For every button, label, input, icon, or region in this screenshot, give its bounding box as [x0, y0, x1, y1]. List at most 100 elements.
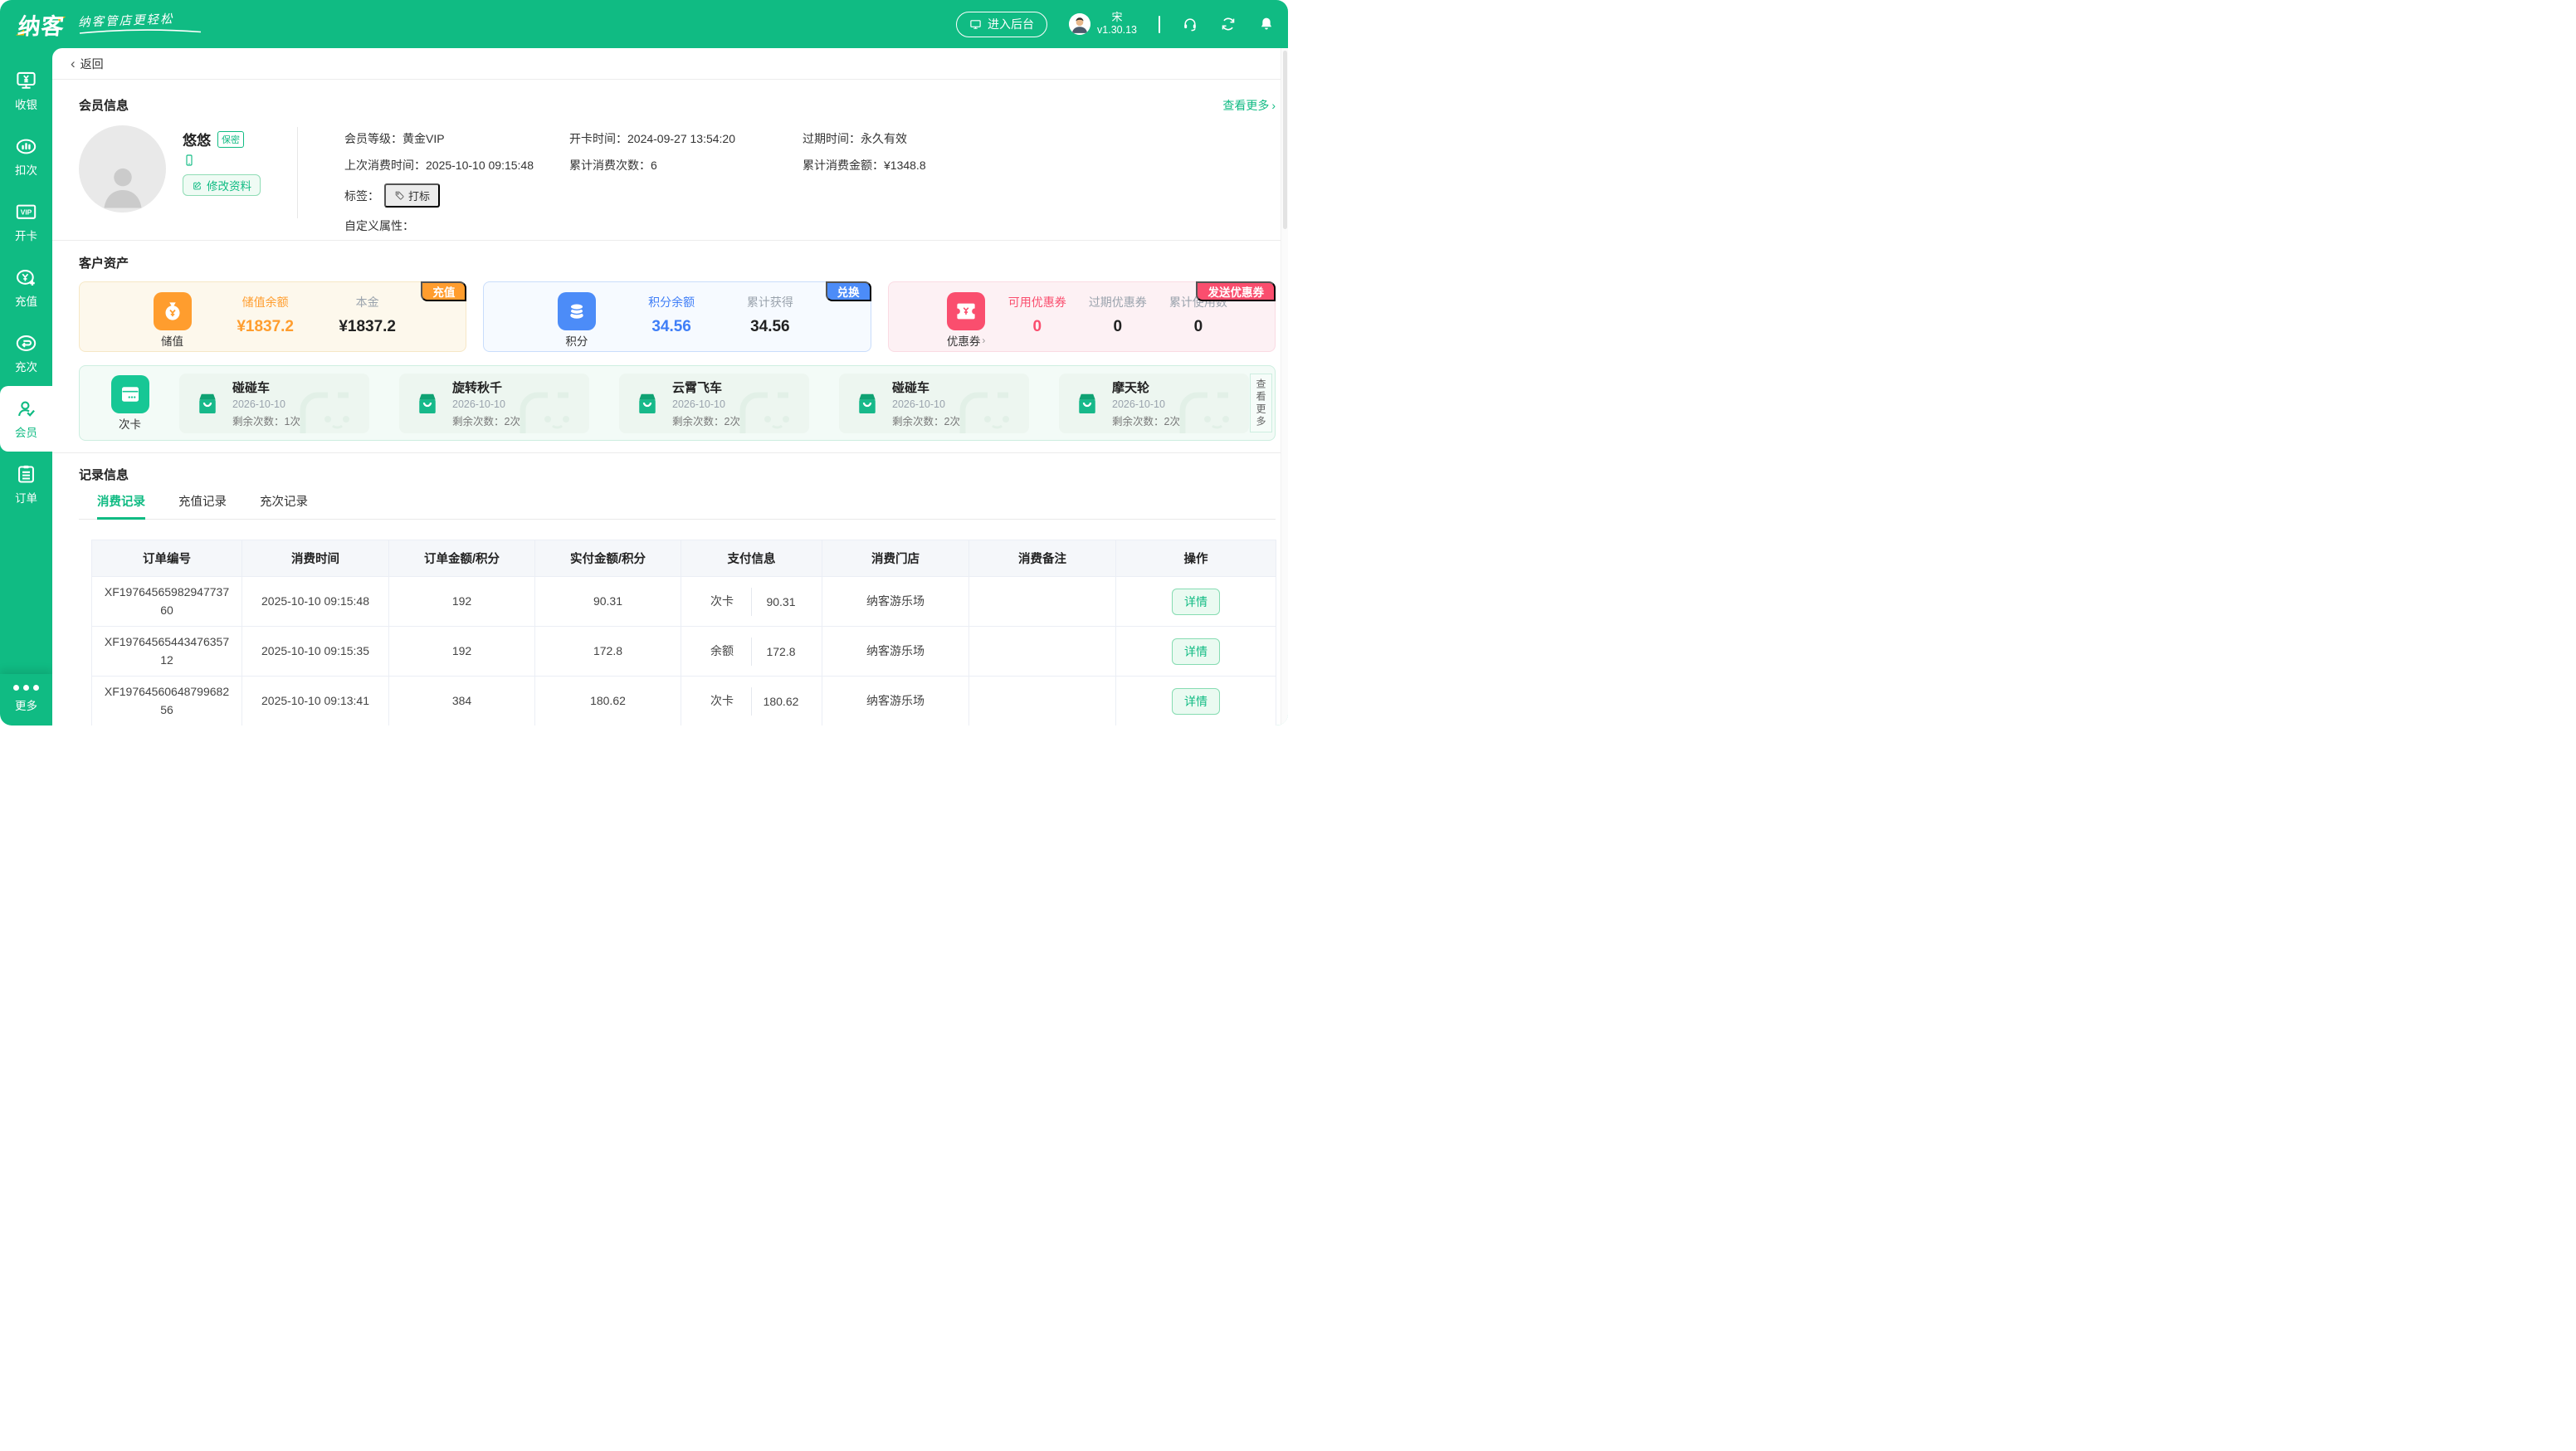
- orders-icon: [15, 463, 37, 486]
- expired-coupons-label: 过期优惠券: [1089, 294, 1147, 310]
- member-info: 悠悠 保密 修改资料 会员等级：黄金VIP 上次消费时间：2025: [79, 124, 1276, 228]
- sidebar-item-cashier[interactable]: 收银: [0, 58, 52, 124]
- available-coupons-value: 0: [1008, 318, 1066, 336]
- col-paid-amount: 实付金额/积分: [535, 540, 681, 577]
- cell-consume-time: 2025-10-10 09:13:41: [242, 677, 389, 726]
- records-table: 订单编号 消费时间 订单金额/积分 实付金额/积分 支付信息 消费门店 消费备注…: [91, 540, 1276, 726]
- enter-backend-button[interactable]: 进入后台: [956, 12, 1047, 37]
- cell-remark: [969, 677, 1116, 726]
- principal-label: 本金: [339, 294, 396, 310]
- stored-balance-value: ¥1837.2: [237, 318, 294, 336]
- custom-attr-label: 自定义属性：: [344, 217, 414, 234]
- edit-profile-button[interactable]: 修改资料: [183, 174, 261, 196]
- tab-recharge-records[interactable]: 充值记录: [178, 492, 227, 520]
- sidebar-item-member[interactable]: 会员: [0, 386, 52, 452]
- times-card-strip: 次卡 碰碰车 2026-10-10 剩余次数：1次 旋转秋千 2026-: [79, 365, 1276, 441]
- edit-icon: [192, 180, 202, 191]
- sidebar-item-recharge[interactable]: 充值: [0, 255, 52, 320]
- user-avatar: [1069, 13, 1090, 35]
- col-consume-time: 消费时间: [242, 540, 389, 577]
- user-account[interactable]: 宋 v1.30.13: [1069, 11, 1137, 37]
- times-item[interactable]: 碰碰车 2026-10-10 剩余次数：2次: [839, 374, 1029, 433]
- brand-logo: 纳客: [18, 8, 65, 41]
- sync-icon[interactable]: [1220, 16, 1237, 32]
- consume-amount-value: ¥1348.8: [884, 157, 926, 173]
- col-remark: 消费备注: [969, 540, 1116, 577]
- cell-pay-info: 次卡180.62: [681, 677, 822, 726]
- table-row: XF1976456544347635712 2025-10-10 09:15:3…: [92, 627, 1276, 677]
- coupon-label-link[interactable]: 优惠券 ›: [947, 332, 986, 349]
- member-icon: [15, 398, 37, 420]
- col-order-amount: 订单金额/积分: [389, 540, 535, 577]
- cell-order-amount: 192: [389, 627, 535, 677]
- bag-icon: [852, 387, 882, 420]
- back-chevron-icon: ‹: [71, 56, 76, 71]
- deduct-times-icon: [15, 135, 37, 158]
- table-row: XF1976456598294773760 2025-10-10 09:15:4…: [92, 577, 1276, 627]
- scrollbar-thumb[interactable]: [1283, 51, 1287, 229]
- tab-consume-records[interactable]: 消费记录: [97, 492, 145, 520]
- scrollbar-track: [1281, 48, 1288, 726]
- sidebar: 收银 扣次 VIP 开卡 充值 充次 会员 订单 更多: [0, 48, 52, 726]
- card-face-watermark: [956, 385, 1027, 433]
- points-card: 兑换 积分 积分余额 34.56 累计获得: [483, 281, 871, 352]
- available-coupons-label: 可用优惠券: [1008, 294, 1066, 310]
- bag-icon: [1072, 387, 1102, 420]
- stored-label: 储值: [161, 332, 183, 349]
- privacy-badge: 保密: [217, 131, 244, 148]
- sidebar-more[interactable]: 更多: [0, 674, 52, 726]
- tag-button[interactable]: 打标: [384, 183, 440, 208]
- times-item[interactable]: 摩天轮 2026-10-10 剩余次数：2次: [1059, 374, 1249, 433]
- cell-store: 纳客游乐场: [822, 677, 969, 726]
- asset-cards: 充值 储值 储值余额 ¥1837.2 本金: [79, 281, 1276, 352]
- send-coupon-button[interactable]: 发送优惠券: [1196, 281, 1276, 301]
- cell-paid-amount: 172.8: [535, 627, 681, 677]
- times-item[interactable]: 旋转秋千 2026-10-10 剩余次数：2次: [399, 374, 589, 433]
- times-item[interactable]: 云霄飞车 2026-10-10 剩余次数：2次: [619, 374, 809, 433]
- back-button[interactable]: ‹ 返回: [52, 48, 1288, 80]
- cell-paid-amount: 90.31: [535, 577, 681, 627]
- detail-button[interactable]: 详情: [1172, 688, 1220, 715]
- tab-recharge-times-records[interactable]: 充次记录: [260, 492, 308, 520]
- app-window: 纳客 纳客管店更轻松 进入后台 宋 v1.30.13: [0, 0, 1288, 726]
- cell-action: 详情: [1116, 627, 1276, 677]
- cell-pay-info: 次卡90.31: [681, 577, 822, 627]
- more-dots-icon: [13, 685, 39, 691]
- records-section-title: 记录信息: [79, 466, 129, 483]
- redeem-button[interactable]: 兑换: [826, 281, 871, 301]
- bag-icon: [632, 387, 662, 420]
- sidebar-item-open-card[interactable]: VIP 开卡: [0, 189, 52, 255]
- times-view-more[interactable]: 查看更多: [1250, 374, 1272, 432]
- chevron-right-icon: ›: [1271, 99, 1276, 112]
- tag-label: 标签：: [344, 188, 379, 204]
- coins-icon: [558, 292, 596, 330]
- detail-button[interactable]: 详情: [1172, 589, 1220, 615]
- expire-value: 永久有效: [861, 130, 907, 147]
- card-face-watermark: [736, 385, 807, 433]
- customer-service-icon[interactable]: [1182, 16, 1198, 32]
- table-header-row: 订单编号 消费时间 订单金额/积分 实付金额/积分 支付信息 消费门店 消费备注…: [92, 540, 1276, 577]
- col-order-no: 订单编号: [92, 540, 242, 577]
- member-section-title: 会员信息: [79, 96, 129, 114]
- consume-amount-label: 累计消费金额：: [803, 157, 884, 173]
- cell-remark: [969, 577, 1116, 627]
- bag-icon: [193, 387, 222, 420]
- notification-bell-icon[interactable]: [1258, 16, 1275, 32]
- sidebar-item-orders[interactable]: 订单: [0, 452, 52, 517]
- member-name: 悠悠: [183, 129, 211, 149]
- detail-button[interactable]: 详情: [1172, 638, 1220, 665]
- sidebar-item-deduct-times[interactable]: 扣次: [0, 124, 52, 189]
- card-face-watermark: [516, 385, 588, 433]
- recharge-icon: [15, 266, 37, 289]
- expire-label: 过期时间：: [803, 130, 861, 147]
- last-consume-value: 2025-10-10 09:15:48: [426, 157, 534, 173]
- table-row: XF1976456064879968256 2025-10-10 09:13:4…: [92, 677, 1276, 726]
- vertical-divider: [297, 127, 298, 218]
- recharge-button[interactable]: 充值: [421, 281, 466, 301]
- member-details: 会员等级：黄金VIP 上次消费时间：2025-10-10 09:15:48 标签…: [344, 124, 926, 228]
- cell-store: 纳客游乐场: [822, 627, 969, 677]
- principal-value: ¥1837.2: [339, 318, 396, 336]
- sidebar-item-recharge-times[interactable]: 充次: [0, 320, 52, 386]
- member-view-more-link[interactable]: 查看更多 ›: [1222, 97, 1276, 114]
- times-item[interactable]: 碰碰车 2026-10-10 剩余次数：1次: [179, 374, 369, 433]
